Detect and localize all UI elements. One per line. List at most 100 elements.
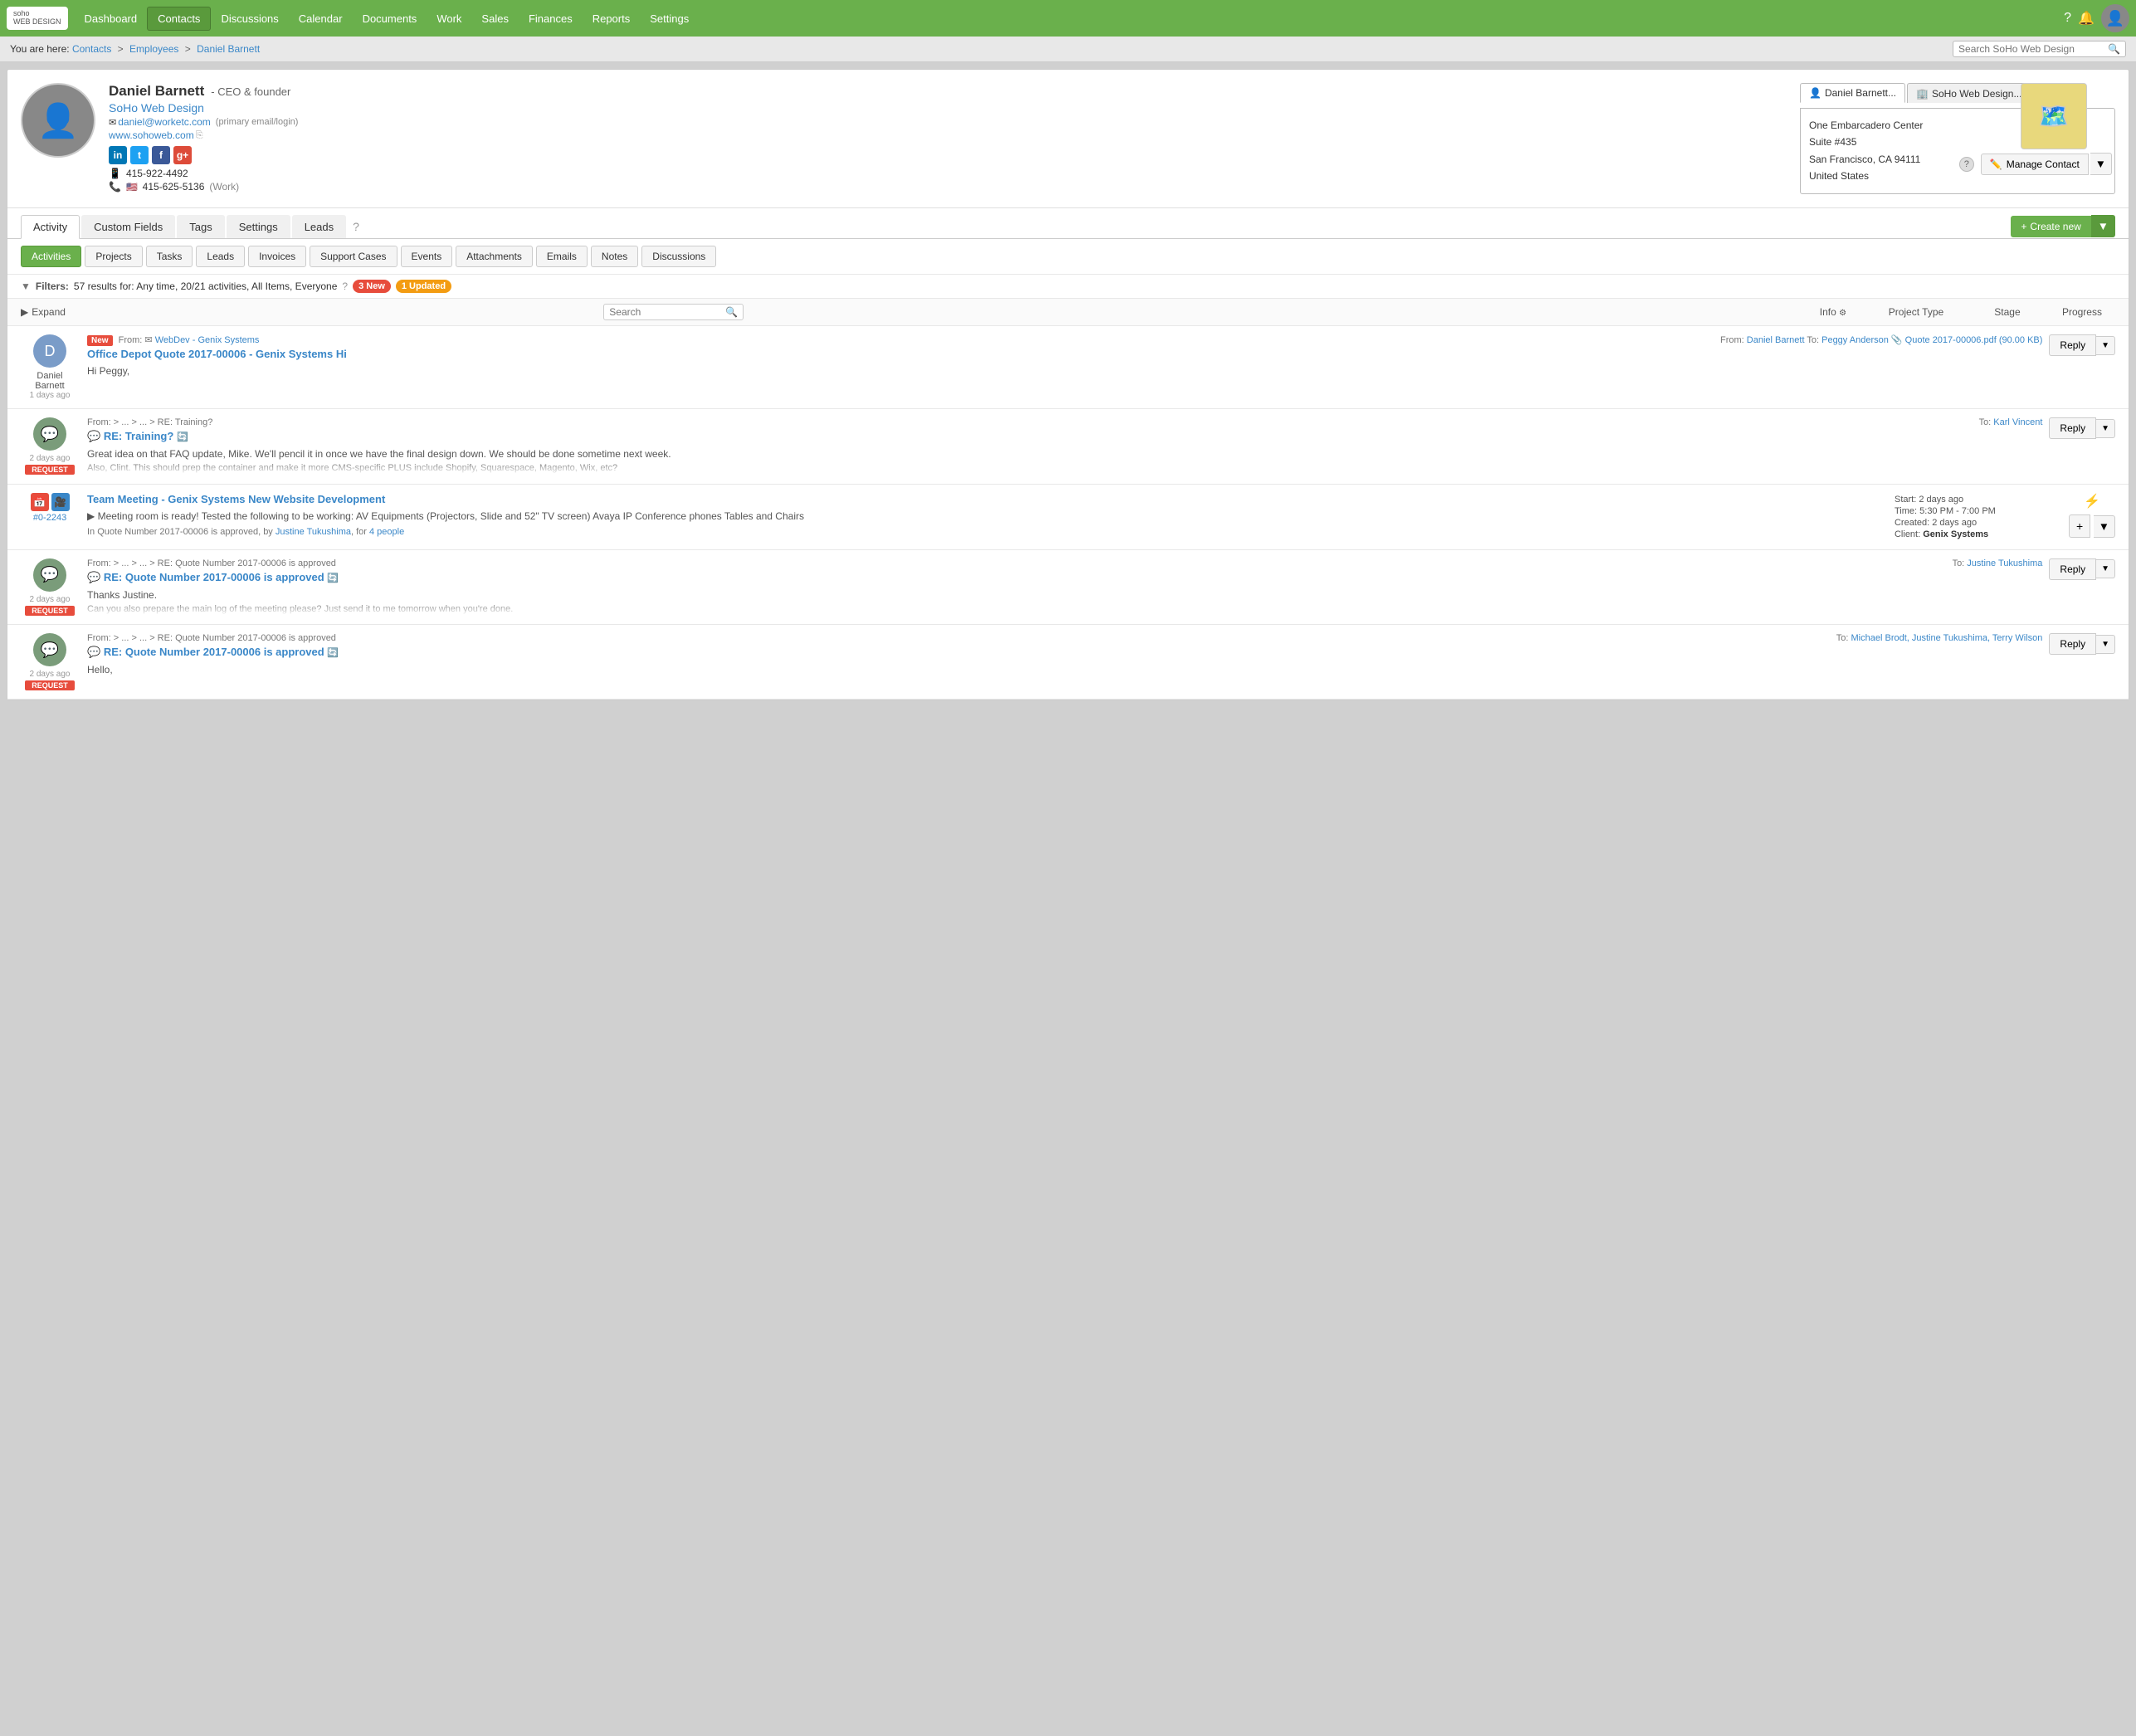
nav-calendar[interactable]: Calendar — [289, 7, 353, 30]
help-icon[interactable]: ? — [2064, 11, 2071, 26]
main-content: 👤 Daniel Barnett - CEO & founder SoHo We… — [7, 69, 2129, 700]
contact-company[interactable]: SoHo Web Design — [109, 101, 1787, 115]
contact-email[interactable]: daniel@worketc.com — [118, 116, 211, 128]
breadcrumb-current[interactable]: Daniel Barnett — [197, 43, 260, 55]
act-to-person-act1[interactable]: Peggy Anderson — [1821, 335, 1889, 345]
contact-help-icon[interactable]: ? — [1959, 157, 1974, 172]
create-new-dropdown[interactable]: ▼ — [2091, 215, 2115, 237]
address-tab-person[interactable]: 👤 Daniel Barnett... — [1800, 83, 1905, 103]
subtab-leads[interactable]: Leads — [196, 246, 245, 267]
nav-discussions[interactable]: Discussions — [211, 7, 288, 30]
linkedin-icon[interactable]: in — [109, 146, 127, 164]
subtab-notes[interactable]: Notes — [591, 246, 638, 267]
act-from-act5: From: > ... > ... > RE: Quote Number 201… — [87, 633, 1828, 643]
logo[interactable]: soho WEB DESIGN — [7, 7, 68, 30]
user-avatar[interactable]: 👤 — [2101, 4, 2129, 32]
reply-button-act2[interactable]: Reply — [2049, 417, 2096, 439]
avatar-act4: 💬 — [33, 558, 66, 592]
tab-settings[interactable]: Settings — [227, 215, 290, 238]
nav-finances[interactable]: Finances — [519, 7, 583, 30]
global-search-button[interactable]: 🔍 — [2108, 43, 2120, 55]
twitter-icon[interactable]: t — [130, 146, 149, 164]
tabs-help-icon[interactable]: ? — [353, 220, 359, 233]
act-to-persons-act5[interactable]: Michael Brodt, Justine Tukushima, Terry … — [1851, 633, 2043, 643]
map-icon: 🗺️ — [2038, 102, 2069, 131]
contact-info: Daniel Barnett - CEO & founder SoHo Web … — [109, 83, 1787, 194]
meeting-number[interactable]: #0-2243 — [33, 513, 66, 523]
filter-icon[interactable]: ▼ — [21, 280, 31, 292]
subtab-invoices[interactable]: Invoices — [248, 246, 306, 267]
col-info-sort-icon[interactable]: ⚙ — [1839, 309, 1846, 318]
help-filter-icon[interactable]: ? — [342, 280, 348, 292]
reply-dropdown-act5[interactable]: ▼ — [2096, 635, 2115, 654]
meeting-title[interactable]: Team Meeting - Genix Systems New Website… — [87, 493, 1886, 505]
reply-dropdown-act1[interactable]: ▼ — [2096, 336, 2115, 355]
act-to-person-act2[interactable]: Karl Vincent — [1993, 417, 2042, 427]
subtab-discussions[interactable]: Discussions — [641, 246, 716, 267]
meeting-add-button[interactable]: + — [2069, 514, 2090, 538]
activities-search-input[interactable] — [609, 306, 725, 318]
notifications-icon[interactable]: 🔔 — [2078, 10, 2095, 27]
global-search: 🔍 — [1953, 41, 2126, 57]
breadcrumb-contacts[interactable]: Contacts — [72, 43, 111, 55]
map-thumbnail[interactable]: 🗺️ — [2021, 83, 2087, 149]
meeting-person-link[interactable]: Justine Tukushima — [276, 527, 351, 537]
breadcrumb-employees[interactable]: Employees — [129, 43, 178, 55]
expand-play-icon: ▶ — [21, 306, 28, 318]
subtab-projects[interactable]: Projects — [85, 246, 142, 267]
nav-dashboard[interactable]: Dashboard — [75, 7, 148, 30]
contact-phone: 📱 415-922-4492 📞 🇺🇸 415-625-5136 (Work) — [109, 168, 1787, 193]
facebook-icon[interactable]: f — [152, 146, 170, 164]
nav-contacts[interactable]: Contacts — [147, 7, 211, 31]
googleplus-icon[interactable]: g+ — [173, 146, 192, 164]
reply-button-act1[interactable]: Reply — [2049, 334, 2096, 356]
meeting-add-dropdown[interactable]: ▼ — [2094, 515, 2115, 538]
reply-dropdown-act2[interactable]: ▼ — [2096, 419, 2115, 438]
address-tab-company[interactable]: 🏢 SoHo Web Design... — [1907, 83, 2031, 103]
reply-button-act4[interactable]: Reply — [2049, 558, 2096, 580]
subtab-tasks[interactable]: Tasks — [146, 246, 193, 267]
act-right-act2: To: Karl Vincent Reply ▼ — [1979, 417, 2115, 439]
meeting-people-link[interactable]: 4 people — [369, 527, 404, 537]
subtab-attachments[interactable]: Attachments — [456, 246, 533, 267]
nav-reports[interactable]: Reports — [583, 7, 641, 30]
act-title-act4[interactable]: 💬 RE: Quote Number 2017-00006 is approve… — [87, 571, 1944, 584]
act-to-act5: To: Michael Brodt, Justine Tukushima, Te… — [1836, 633, 2043, 643]
act-right-act5: To: Michael Brodt, Justine Tukushima, Te… — [1836, 633, 2115, 655]
avatar-act1: D — [33, 334, 66, 368]
act-title-act2[interactable]: 💬 RE: Training? 🔄 — [87, 430, 1971, 443]
activities-search-icon[interactable]: 🔍 — [725, 306, 738, 318]
act-title-act1[interactable]: Office Depot Quote 2017-00006 - Genix Sy… — [87, 348, 1712, 360]
act-from-org-act1[interactable]: WebDev - Genix Systems — [155, 335, 260, 345]
subtab-activities[interactable]: Activities — [21, 246, 81, 267]
contact-phone2: 415-625-5136 — [143, 181, 205, 193]
contact-website[interactable]: www.sohoweb.com — [109, 129, 194, 141]
subtab-support-cases[interactable]: Support Cases — [310, 246, 397, 267]
manage-contact-dropdown[interactable]: ▼ — [2090, 153, 2112, 175]
subtab-events[interactable]: Events — [401, 246, 453, 267]
act-from-to-act1: From: Daniel Barnett To: Peggy Anderson … — [1720, 334, 2042, 345]
create-new-button[interactable]: + Create new — [2011, 216, 2090, 237]
expand-button[interactable]: ▶ Expand — [21, 306, 66, 318]
subtab-emails[interactable]: Emails — [536, 246, 588, 267]
act-to-person-act4[interactable]: Justine Tukushima — [1967, 558, 2042, 568]
tab-leads[interactable]: Leads — [292, 215, 346, 238]
nav-settings[interactable]: Settings — [640, 7, 699, 30]
company-tab-icon: 🏢 — [1916, 88, 1929, 100]
nav-documents[interactable]: Documents — [353, 7, 427, 30]
activities-search: 🔍 — [603, 304, 744, 320]
act-from-person-act1[interactable]: Daniel Barnett — [1747, 335, 1805, 345]
nav-sales[interactable]: Sales — [471, 7, 519, 30]
reply-button-act5[interactable]: Reply — [2049, 633, 2096, 655]
reply-group-act1: Reply ▼ — [2049, 334, 2115, 356]
act-title-act5[interactable]: 💬 RE: Quote Number 2017-00006 is approve… — [87, 646, 1828, 659]
tab-activity[interactable]: Activity — [21, 215, 80, 239]
nav-work[interactable]: Work — [427, 7, 471, 30]
act-attachment-act1[interactable]: Quote 2017-00006.pdf (90.00 KB) — [1905, 335, 2043, 345]
global-search-input[interactable] — [1958, 43, 2108, 55]
manage-contact-button[interactable]: ✏️ Manage Contact — [1981, 154, 2089, 175]
tab-tags[interactable]: Tags — [177, 215, 224, 238]
request-badge-act2: REQUEST — [25, 465, 75, 475]
reply-dropdown-act4[interactable]: ▼ — [2096, 559, 2115, 578]
tab-custom-fields[interactable]: Custom Fields — [81, 215, 175, 238]
